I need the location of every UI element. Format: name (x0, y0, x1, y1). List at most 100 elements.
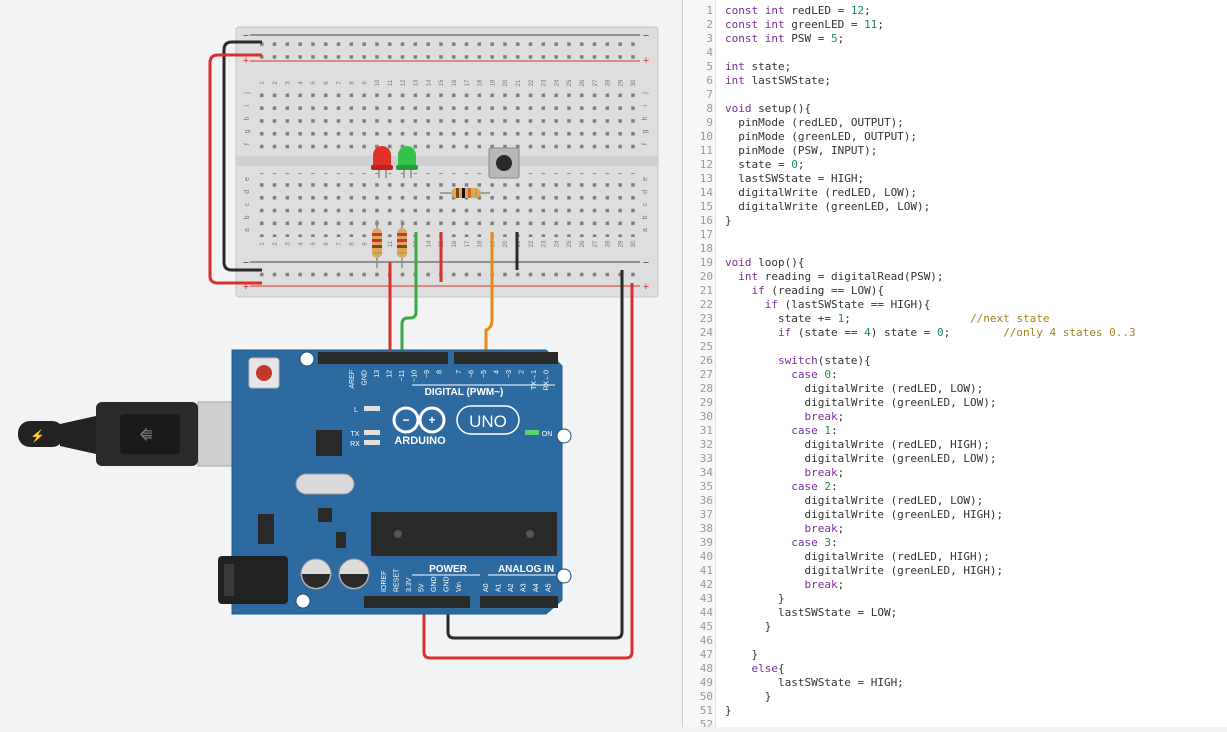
code-line[interactable]: 1 const int redLED = 12; (683, 4, 1227, 18)
row-label-left: a (244, 228, 251, 232)
code-line[interactable]: 34 break; (683, 466, 1227, 480)
code-text: lastSWState = HIGH; (725, 676, 904, 690)
code-line[interactable]: 21 if (reading == LOW){ (683, 284, 1227, 298)
code-line[interactable]: 13 lastSWState = HIGH; (683, 172, 1227, 186)
code-text: digitalWrite (greenLED, LOW); (725, 200, 930, 214)
code-line[interactable]: 15 digitalWrite (greenLED, LOW); (683, 200, 1227, 214)
line-number: 5 (706, 60, 713, 73)
code-line[interactable]: 20 int reading = digitalRead(PSW); (683, 270, 1227, 284)
code-token: greenLED = (784, 18, 865, 31)
code-token: int (725, 60, 745, 73)
code-line[interactable]: 43 } (683, 592, 1227, 606)
code-line[interactable]: 25 (683, 340, 1227, 354)
code-line[interactable]: 31 case 1: (683, 424, 1227, 438)
code-line[interactable]: 2 const int greenLED = 11; (683, 18, 1227, 32)
code-line[interactable]: 12 state = 0; (683, 158, 1227, 172)
dc-power-jack[interactable] (218, 556, 288, 604)
code-line[interactable]: 5 int state; (683, 60, 1227, 74)
code-line[interactable]: 49 lastSWState = HIGH; (683, 676, 1227, 690)
code-line[interactable]: 32 digitalWrite (redLED, HIGH); (683, 438, 1227, 452)
code-line[interactable]: 14 digitalWrite (redLED, LOW); (683, 186, 1227, 200)
row-label-right: d (642, 190, 649, 194)
code-line[interactable]: 26 switch(state){ (683, 354, 1227, 368)
code-line[interactable]: 23 state += 1; //next state (683, 312, 1227, 326)
code-line[interactable]: 46 (683, 634, 1227, 648)
code-token: 3 (824, 536, 831, 549)
line-number: 30 (699, 410, 713, 423)
code-text: break; (725, 578, 844, 592)
code-line[interactable]: 16} (683, 214, 1227, 228)
code-line[interactable]: 29 digitalWrite (greenLED, LOW); (683, 396, 1227, 410)
pushbutton[interactable] (488, 147, 520, 179)
code-line[interactable]: 9 pinMode (redLED, OUTPUT); (683, 116, 1227, 130)
capacitor-2 (338, 558, 370, 590)
code-token: //only 4 states 0..3 (1003, 326, 1136, 339)
code-editor[interactable]: 1 const int redLED = 12; 2 const int greenL… (683, 0, 1227, 727)
digital-pin-label: ~9 (424, 370, 431, 378)
code-line[interactable]: 36 digitalWrite (redLED, LOW); (683, 494, 1227, 508)
led-tx-label: TX (351, 431, 360, 438)
code-line[interactable]: 6 int lastSWState; (683, 74, 1227, 88)
line-number: 34 (699, 466, 713, 479)
line-number: 40 (699, 550, 713, 563)
code-line[interactable]: 33 digitalWrite (greenLED, LOW); (683, 452, 1227, 466)
code-token: pinMode (greenLED, OUTPUT); (725, 130, 918, 143)
line-number: 24 (699, 326, 713, 339)
code-text: const int PSW = 5; (725, 32, 844, 46)
code-line[interactable]: 40 digitalWrite (redLED, HIGH); (683, 550, 1227, 564)
code-line[interactable]: 17 (683, 228, 1227, 242)
column-label-top: 14 (426, 79, 432, 86)
code-text: } (725, 214, 732, 228)
code-line[interactable]: 11 pinMode (PSW, INPUT); (683, 144, 1227, 158)
code-text: break; (725, 466, 844, 480)
code-line[interactable]: 51} (683, 704, 1227, 718)
code-token: if (751, 284, 765, 297)
code-text: lastSWState = HIGH; (725, 172, 864, 186)
code-line[interactable]: 48 else{ (683, 662, 1227, 676)
code-line[interactable]: 41 digitalWrite (greenLED, HIGH); (683, 564, 1227, 578)
code-line[interactable]: 10 pinMode (greenLED, OUTPUT); (683, 130, 1227, 144)
code-line[interactable]: 38 break; (683, 522, 1227, 536)
code-line[interactable]: 39 case 3: (683, 536, 1227, 550)
code-line[interactable]: 47 } (683, 648, 1227, 662)
power-pin-label: IOREF (381, 571, 388, 592)
code-line[interactable]: 50 } (683, 690, 1227, 704)
column-label-top: 20 (503, 79, 509, 86)
code-line[interactable]: 28 digitalWrite (redLED, LOW); (683, 382, 1227, 396)
code-line[interactable]: 42 break; (683, 578, 1227, 592)
led-tx-indicator (364, 430, 380, 435)
code-line[interactable]: 37 digitalWrite (greenLED, HIGH); (683, 508, 1227, 522)
code-token: lastSWState = LOW; (725, 606, 898, 619)
code-text: void setup(){ (725, 102, 811, 116)
code-line[interactable]: 24 if (state == 4) state = 0; //only 4 s… (683, 326, 1227, 340)
power-pin-label: GND (444, 576, 451, 592)
code-token: reading = digitalRead(PSW); (758, 270, 944, 283)
breadboard[interactable]: 1122334455667788991010111112121313141415… (235, 26, 659, 298)
code-line[interactable]: 52 (683, 718, 1227, 727)
code-line[interactable]: 35 case 2: (683, 480, 1227, 494)
line-number: 6 (706, 74, 713, 87)
line-number: 33 (699, 452, 713, 465)
code-line[interactable]: 3 const int PSW = 5; (683, 32, 1227, 46)
line-number: 13 (699, 172, 713, 185)
code-line[interactable]: 18 (683, 242, 1227, 256)
circuit-svg[interactable]: 1122334455667788991010111112121313141415… (0, 0, 682, 727)
bottom-rail-holes (260, 264, 640, 284)
code-line[interactable]: 22 if (lastSWState == HIGH){ (683, 298, 1227, 312)
column-label-top: 15 (439, 79, 445, 86)
circuit-canvas[interactable]: 1122334455667788991010111112121313141415… (0, 0, 682, 727)
rail-plus-label: + (643, 281, 649, 293)
code-token: : (830, 480, 838, 493)
arduino-uno[interactable]: AREF GND 13 12 ~11 ~10 ~9 8 7 ~6 ~5 4 ~3 2 TX→1 RX←0 IO… (218, 349, 572, 615)
code-line[interactable]: 27 case 0: (683, 368, 1227, 382)
code-line[interactable]: 44 lastSWState = LOW; (683, 606, 1227, 620)
code-line[interactable]: 45 } (683, 620, 1227, 634)
power-pin-label: GND (431, 576, 438, 592)
code-line[interactable]: 7 (683, 88, 1227, 102)
code-line[interactable]: 30 break; (683, 410, 1227, 424)
code-token: digitalWrite (greenLED, LOW); (725, 200, 931, 213)
code-line[interactable]: 8 void setup(){ (683, 102, 1227, 116)
code-line[interactable]: 19 void loop(){ (683, 256, 1227, 270)
code-line[interactable]: 4 (683, 46, 1227, 60)
line-number: 46 (699, 634, 713, 647)
